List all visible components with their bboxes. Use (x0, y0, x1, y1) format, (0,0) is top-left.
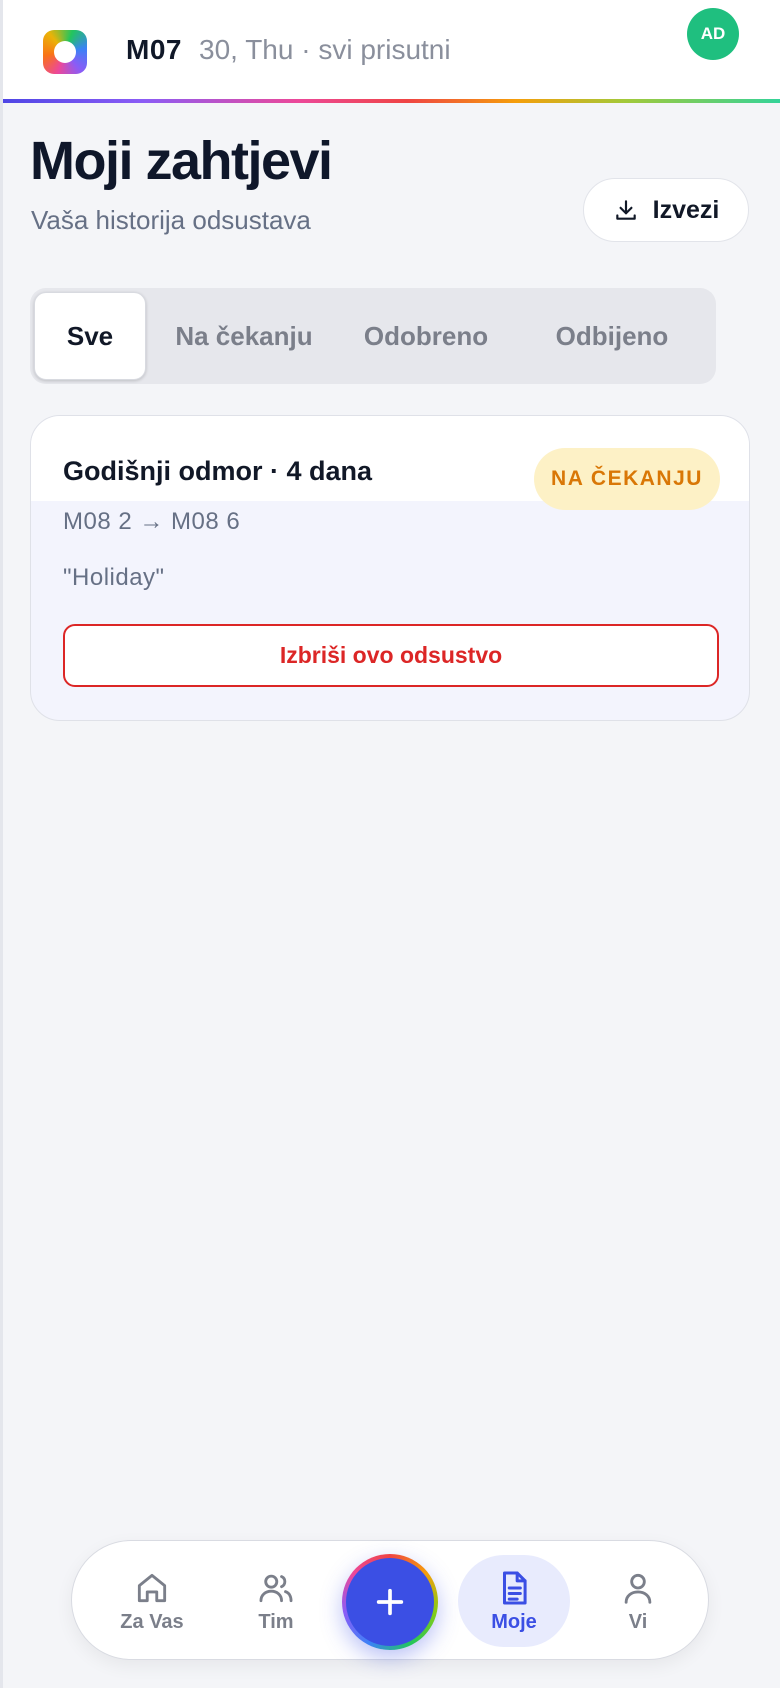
plus-icon (376, 1588, 404, 1616)
frame-edge (0, 0, 3, 1688)
nav-label: Za Vas (120, 1610, 184, 1633)
nav-item-moje[interactable]: Moje (458, 1555, 570, 1647)
document-icon (502, 1570, 527, 1605)
download-icon (615, 200, 636, 220)
request-card: Godišnji odmor · 4 dana NA ČEKANJU M08 2… (30, 415, 750, 721)
request-note: "Holiday" (63, 564, 165, 591)
bottom-nav: Za Vas Tim Moje Vi (71, 1540, 709, 1660)
export-button[interactable]: Izvezi (583, 178, 749, 242)
tab-rejected[interactable]: Odbijeno (524, 292, 700, 380)
header-accent-bar (3, 99, 780, 103)
nav-label: Moje (491, 1610, 537, 1633)
tab-approved[interactable]: Odobreno (342, 292, 510, 380)
add-request-button[interactable] (342, 1554, 438, 1650)
home-icon (137, 1573, 167, 1602)
tab-all[interactable]: Sve (34, 292, 146, 380)
nav-item-za-vas[interactable]: Za Vas (96, 1555, 208, 1647)
nav-item-vi[interactable]: Vi (582, 1555, 694, 1647)
page-title: Moji zahtjevi (30, 131, 333, 191)
header-month: M07 (126, 34, 182, 65)
request-dates: M08 2 → M08 6 (63, 508, 241, 535)
status-filter-tabs: Sve Na čekanju Odobreno Odbijeno (30, 288, 716, 384)
export-button-label: Izvezi (652, 195, 720, 224)
nav-label: Vi (628, 1610, 648, 1633)
app-logo[interactable] (43, 30, 87, 74)
delete-request-button[interactable]: Izbriši ovo odsustvo (63, 624, 719, 687)
page-subtitle: Vaša historija odsustava (31, 205, 311, 235)
user-icon (624, 1573, 652, 1604)
request-title: Godišnji odmor · 4 dana (63, 456, 373, 486)
nav-item-tim[interactable]: Tim (220, 1555, 332, 1647)
app-header: M07 30, Thu · svi prisutni AD (3, 0, 780, 100)
users-icon (259, 1574, 293, 1602)
tab-pending[interactable]: Na čekanju (160, 292, 328, 380)
nav-label: Tim (258, 1610, 294, 1633)
status-badge: NA ČEKANJU (534, 448, 720, 510)
avatar[interactable]: AD (687, 8, 739, 60)
header-subtitle: 30, Thu · svi prisutni (199, 34, 451, 65)
